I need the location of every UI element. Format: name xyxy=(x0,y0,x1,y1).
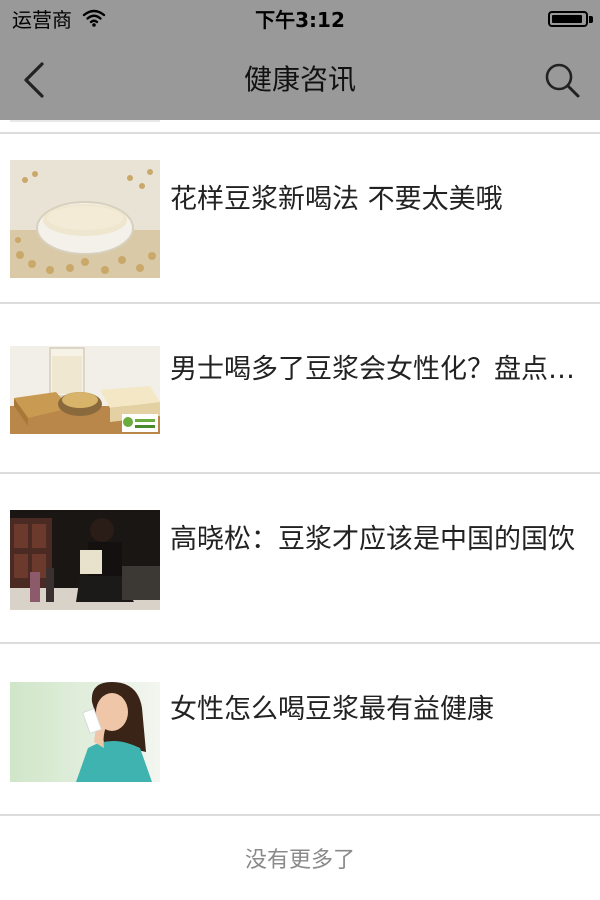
soy-milk-glass-tofu-image xyxy=(10,346,160,434)
chevron-left-icon xyxy=(24,62,44,98)
article-title: 花样豆浆新喝法 不要太美哦 xyxy=(170,184,503,215)
no-more-label: 没有更多了 xyxy=(244,848,355,873)
article-title: 高晓松：豆浆才应该是中国的国饮 xyxy=(170,524,575,555)
list-item[interactable]: 花样豆浆新喝法 不要太美哦 xyxy=(0,134,600,302)
nav-bar: 健康咨讯 xyxy=(0,40,600,120)
back-button[interactable] xyxy=(14,56,58,104)
article-thumbnail xyxy=(10,510,160,610)
battery-level xyxy=(552,15,583,23)
woman-drinking-image xyxy=(10,682,160,782)
status-time: 下午3:12 xyxy=(255,8,345,32)
article-thumbnail xyxy=(10,160,160,278)
app-screen: 运营商 下午3:12 健康咨讯 花样豆浆新喝法 不要太美哦 男士喝多了豆浆会女性… xyxy=(0,0,600,900)
page-title: 健康咨讯 xyxy=(243,63,356,96)
article-list[interactable]: 花样豆浆新喝法 不要太美哦 男士喝多了豆浆会女性化？盘点豆 高晓松：豆浆才应该是… xyxy=(0,120,600,900)
article-thumbnail xyxy=(10,346,160,434)
soy-milk-bowl-image xyxy=(10,160,160,278)
article-title: 女性怎么喝豆浆最有益健康 xyxy=(170,694,494,725)
previous-item-edge xyxy=(10,120,160,122)
search-icon xyxy=(545,63,580,98)
status-bar: 运营商 下午3:12 xyxy=(0,0,600,40)
battery-nub xyxy=(589,16,593,23)
search-button[interactable] xyxy=(542,60,582,100)
battery-icon xyxy=(548,11,588,27)
article-thumbnail xyxy=(10,682,160,782)
list-item[interactable]: 女性怎么喝豆浆最有益健康 xyxy=(0,644,600,812)
article-title: 男士喝多了豆浆会女性化？盘点豆浆的常见误区 xyxy=(170,354,590,385)
list-item[interactable]: 高晓松：豆浆才应该是中国的国饮 xyxy=(0,474,600,642)
list-item[interactable]: 男士喝多了豆浆会女性化？盘点豆浆的常见误区 xyxy=(0,304,600,472)
talk-show-image xyxy=(10,510,160,610)
list-divider xyxy=(0,814,600,816)
